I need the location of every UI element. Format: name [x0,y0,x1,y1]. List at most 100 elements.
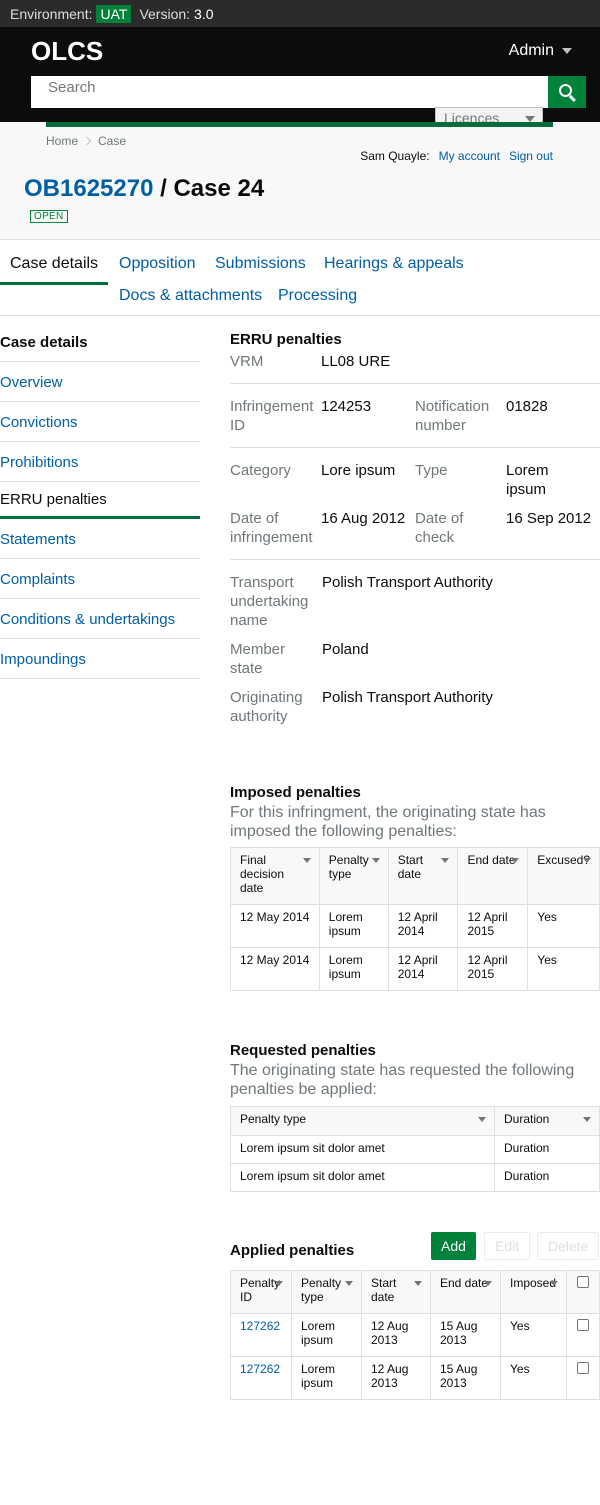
table-cell: 127262 [230,1313,292,1357]
column-header[interactable]: End date [457,847,529,905]
column-header[interactable]: Start date [387,847,459,905]
breadcrumb-home[interactable]: Home [46,134,78,148]
case-tabs: Case details Opposition Submissions Hear… [0,241,600,316]
column-header[interactable]: Penalty type [318,847,389,905]
sidebar-item-complaints[interactable]: Complaints [0,559,200,599]
row-checkbox[interactable] [577,1362,589,1374]
originating-label: Originating authority [230,689,303,725]
requested-title: Requested penalties [230,1042,376,1059]
notification-value: 01828 [506,398,548,415]
chevron-right-icon [82,136,92,146]
case-header: Home Case Sam Quayle: My account Sign ou… [0,122,600,240]
sort-icon [484,1281,492,1286]
breadcrumb: Home Case [46,134,126,148]
column-header[interactable]: Duration [494,1106,600,1136]
sidebar-item-prohibitions[interactable]: Prohibitions [0,442,200,482]
title-separator: / [160,175,167,202]
table-cell: Duration [494,1163,600,1192]
case-label: Case 24 [173,175,265,202]
user-links: Sam Quayle: My account Sign out [360,149,553,163]
table-cell [566,1313,600,1357]
sidebar-item-conditions-undertakings[interactable]: Conditions & undertakings [0,599,200,639]
table-cell: 12 Aug 2013 [361,1313,431,1357]
column-header[interactable]: Penalty type [291,1270,362,1314]
column-header[interactable]: Start date [361,1270,431,1314]
table-cell: 12 April 2014 [387,947,459,991]
tab-opposition[interactable]: Opposition [119,255,196,273]
date-infringement-value: 16 Aug 2012 [321,510,406,527]
penalty-id-link[interactable]: 127262 [240,1319,280,1333]
row-checkbox[interactable] [577,1319,589,1331]
tab-processing[interactable]: Processing [278,287,357,305]
search-icon [558,83,572,97]
penalty-id-link[interactable]: 127262 [240,1362,280,1376]
add-button[interactable]: Add [431,1232,476,1260]
my-account-link[interactable]: My account [439,149,500,163]
table-row: 12 May 2014 Lorem ipsum 12 April 2014 12… [230,904,600,948]
imposed-subtitle: For this infringment, the originating st… [230,804,546,840]
member-state-label: Member state [230,641,286,677]
tab-case-details[interactable]: Case details [10,255,98,273]
column-header[interactable]: Penalty ID [230,1270,292,1314]
table-row: 12 May 2014 Lorem ipsum 12 April 2014 12… [230,947,600,991]
requested-table: Penalty type Duration Lorem ipsum sit do… [230,1106,600,1192]
env-badge: UAT [96,4,132,23]
sidebar-item-convictions[interactable]: Convictions [0,402,200,442]
environment-bar: Environment: UAT Version: 3.0 [0,0,600,27]
tab-hearings-appeals[interactable]: Hearings & appeals [324,255,464,273]
active-tab-indicator [0,282,108,285]
sidebar-item-impoundings[interactable]: Impoundings [0,639,200,679]
column-header[interactable]: End date [430,1270,501,1314]
tab-docs-attachments[interactable]: Docs & attachments [119,287,262,305]
sort-icon [478,1117,486,1122]
column-header[interactable]: Excused? [527,847,600,905]
admin-label: Admin [508,42,554,59]
sort-icon [414,1281,422,1286]
table-cell: 15 Aug 2013 [430,1313,501,1357]
table-header-row: Penalty ID Penalty type Start date End d… [230,1270,600,1314]
imposed-table: Final decision date Penalty type Start d… [230,847,600,991]
sort-icon [583,858,591,863]
table-cell: Yes [500,1356,567,1400]
table-cell: Duration [494,1135,600,1164]
table-header-row: Final decision date Penalty type Start d… [230,847,600,905]
table-cell: Lorem ipsum sit dolor amet [230,1163,495,1192]
table-row: 127262 Lorem ipsum 12 Aug 2013 15 Aug 20… [230,1313,600,1357]
column-header[interactable]: Final decision date [230,847,320,905]
requested-subtitle: The originating state has requested the … [230,1062,575,1098]
search-button[interactable] [548,76,586,108]
table-cell: 12 April 2015 [457,904,529,948]
delete-button[interactable]: Delete [537,1232,600,1260]
accent-bar [46,122,553,127]
env-label: Environment: [10,5,93,22]
table-header-row: Penalty type Duration [230,1106,600,1136]
type-label: Type [415,462,448,479]
sign-out-link[interactable]: Sign out [509,149,553,163]
column-header[interactable]: Penalty type [230,1106,495,1136]
column-header[interactable]: Imposed [500,1270,567,1314]
admin-menu[interactable]: Admin [509,42,572,60]
divider [230,559,600,560]
date-check-label: Date of check [415,510,464,546]
table-row: Lorem ipsum sit dolor amet Duration [230,1163,600,1192]
table-cell: 12 May 2014 [230,947,320,991]
transport-label: Transport undertaking name [230,574,309,629]
sort-icon [302,858,311,863]
vrm-label: VRM [230,353,264,370]
sidebar-item-statements[interactable]: Statements [0,519,200,559]
sidebar-item-overview[interactable]: Overview [0,362,200,402]
sidebar-item-erru-penalties[interactable]: ERRU penalties [0,482,200,519]
search-input[interactable] [31,76,548,108]
site-header: OLCS Admin Search Licences [0,27,600,129]
edit-button[interactable]: Edit [484,1232,531,1260]
table-cell: Yes [527,904,600,948]
table-cell: Lorem ipsum sit dolor amet [230,1135,495,1164]
select-all-checkbox[interactable] [577,1276,589,1288]
tab-submissions[interactable]: Submissions [215,255,306,273]
applied-title: Applied penalties [230,1242,355,1259]
licence-link[interactable]: OB1625270 [24,175,153,202]
table-cell: Yes [527,947,600,991]
imposed-title: Imposed penalties [230,784,361,801]
table-cell: 12 April 2015 [457,947,529,991]
logo[interactable]: OLCS [31,36,103,67]
